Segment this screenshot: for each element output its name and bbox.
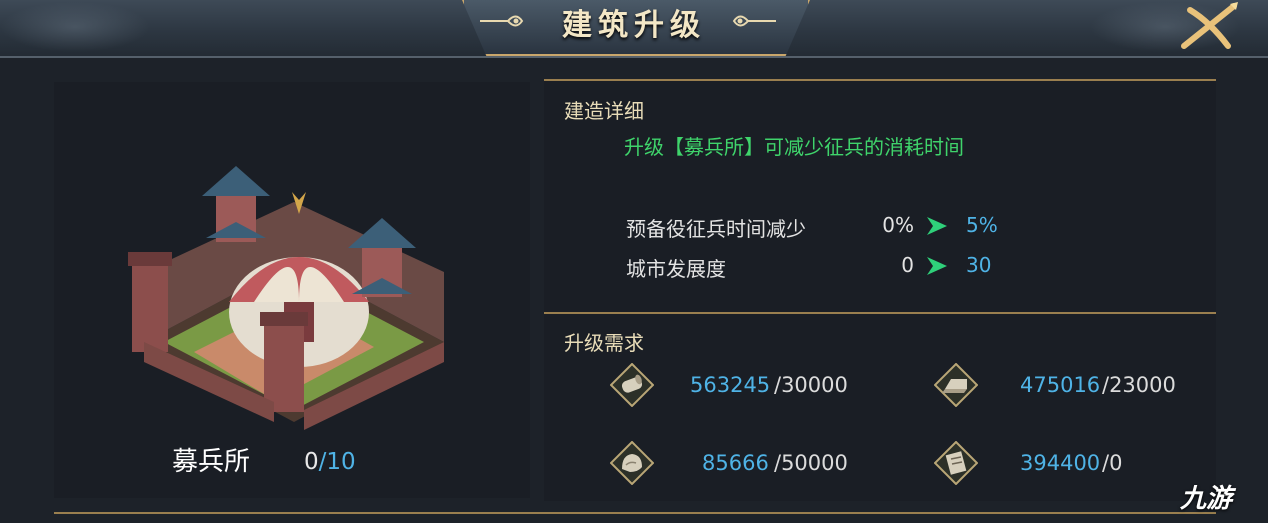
building-name: 募兵所 (172, 447, 251, 477)
recruitment-camp-building-image (128, 166, 444, 430)
stone-icon (610, 441, 654, 485)
resource-wood-need: /30000 (774, 373, 848, 397)
stat-from-reserve-time: 0% (882, 213, 914, 237)
arrow-right-icon (927, 257, 947, 275)
details-heading: 建造详细 (564, 99, 644, 123)
level-current: 0 (304, 449, 319, 475)
resource-iron-have: 475016 (1020, 373, 1101, 397)
upgrade-description: 升级【募兵所】可减少征兵的消耗时间 (624, 135, 964, 159)
resource-stone-have: 85666 (702, 451, 769, 475)
resource-stone-need: /50000 (774, 451, 848, 475)
resource-iron-need: /23000 (1102, 373, 1176, 397)
requirements-heading: 升级需求 (564, 331, 644, 355)
section-divider (544, 312, 1216, 314)
building-preview-panel: 募兵所 0/10 (54, 82, 530, 498)
stat-label-city-development: 城市发展度 (626, 257, 726, 281)
level-max: 10 (326, 449, 356, 475)
building-level: 0/10 (304, 444, 356, 480)
dragon-ornament-left (0, 2, 150, 52)
close-button[interactable] (1176, 0, 1244, 52)
bottom-divider (54, 512, 1216, 514)
stat-to-reserve-time: 5% (966, 213, 998, 237)
stat-label-reserve-time: 预备役征兵时间减少 (626, 217, 806, 241)
iron-ingot-icon (934, 363, 978, 407)
title-scroll-ornament-right-icon (732, 15, 776, 27)
stat-to-city-development: 30 (966, 253, 992, 277)
scroll-icon (934, 441, 978, 485)
resource-scroll-need: /0 (1102, 451, 1123, 475)
watermark-logo: 九游 (1180, 484, 1233, 514)
stat-from-city-development: 0 (901, 253, 914, 277)
resource-scroll-have: 394400 (1020, 451, 1101, 475)
resource-wood-have: 563245 (690, 373, 771, 397)
upgrade-info-panel: 建造详细 升级【募兵所】可减少征兵的消耗时间 预备役征兵时间减少 0% 5% 城… (544, 79, 1216, 501)
wood-log-icon (610, 363, 654, 407)
close-icon (1181, 2, 1238, 49)
arrow-right-icon (927, 217, 947, 235)
